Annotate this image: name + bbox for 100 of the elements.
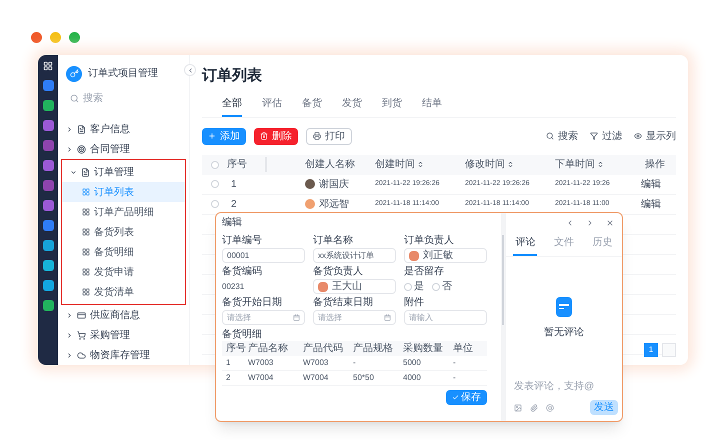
table-cell-text: - bbox=[452, 372, 457, 384]
table-cell-text: W7004 bbox=[247, 372, 274, 384]
sort-icon bbox=[417, 161, 424, 168]
filter-tab[interactable]: 到货 bbox=[382, 96, 402, 116]
app-icon[interactable] bbox=[42, 200, 54, 211]
close-icon[interactable] bbox=[606, 219, 614, 227]
table-cell-text: - bbox=[452, 357, 457, 369]
filter-icon bbox=[590, 132, 598, 140]
empty-message: 暂无评论 bbox=[544, 326, 584, 340]
table-cell-text: W7003 bbox=[302, 357, 330, 369]
filter-tab[interactable]: 发货 bbox=[342, 96, 362, 116]
table-cell-text: 4000 bbox=[402, 372, 422, 384]
trash-icon bbox=[260, 132, 268, 140]
column-header: 产品代码 bbox=[302, 342, 344, 356]
submenu-item[interactable]: 订单产品明细 bbox=[62, 202, 185, 222]
plus-icon bbox=[208, 132, 216, 140]
app-icon[interactable] bbox=[42, 300, 54, 311]
column-header: 操作 bbox=[644, 158, 666, 172]
submenu-item[interactable]: 发货清单 bbox=[62, 282, 185, 302]
toolbar-link[interactable]: 显示列 bbox=[634, 128, 676, 144]
caret-icon bbox=[66, 352, 73, 358]
column-header: 产品规格 bbox=[352, 342, 394, 356]
radio-option[interactable]: 否 bbox=[432, 279, 452, 294]
table-cell-text: W7004 bbox=[302, 372, 330, 384]
checkbox[interactable] bbox=[210, 160, 218, 168]
menu-item[interactable]: 客户信息 bbox=[58, 119, 189, 139]
app-icon[interactable] bbox=[42, 120, 54, 131]
print-button[interactable]: 打印 bbox=[306, 128, 352, 144]
paperclip-icon[interactable] bbox=[530, 404, 538, 412]
app-title: 订单式项目管理 bbox=[88, 66, 158, 82]
grid-icon bbox=[82, 248, 90, 256]
comment-field[interactable]: 发表评论，支持@ bbox=[514, 379, 614, 394]
filter-tab[interactable]: 备货 bbox=[302, 96, 322, 116]
app-icon[interactable] bbox=[42, 160, 54, 171]
column-header: 序号 bbox=[227, 157, 267, 172]
app-icon[interactable] bbox=[42, 260, 54, 271]
edit-link[interactable]: 编辑 bbox=[641, 196, 671, 212]
menu-item[interactable]: 订单管理 bbox=[62, 162, 185, 182]
search-icon bbox=[546, 132, 554, 140]
image-icon[interactable] bbox=[514, 404, 522, 412]
checkbox[interactable] bbox=[210, 180, 218, 188]
table-cell-text: 50*50 bbox=[352, 372, 375, 384]
field-label: 订单负责人 bbox=[404, 235, 455, 247]
avatar-icon bbox=[318, 282, 328, 292]
page-title: 订单列表 bbox=[202, 66, 263, 86]
edit-link[interactable]: 编辑 bbox=[641, 176, 671, 192]
submenu-item[interactable]: 发货申请 bbox=[62, 262, 185, 282]
app-icon[interactable] bbox=[42, 140, 54, 151]
avatar-icon bbox=[409, 250, 419, 260]
caret-icon bbox=[66, 146, 73, 152]
at-icon[interactable] bbox=[546, 404, 554, 412]
grid-icon bbox=[82, 288, 90, 296]
grid-icon bbox=[82, 208, 90, 216]
app-icon[interactable] bbox=[42, 220, 54, 231]
menu-item[interactable]: 供应商信息 bbox=[58, 305, 189, 325]
input-field[interactable]: 00001 bbox=[222, 248, 305, 263]
checkbox[interactable] bbox=[210, 200, 218, 208]
document-icon bbox=[556, 296, 572, 316]
collapse-button[interactable] bbox=[184, 64, 196, 76]
column-header: 采购数量 bbox=[402, 342, 444, 356]
menu-item[interactable]: 采购管理 bbox=[58, 325, 189, 345]
table-cell-text: - bbox=[352, 357, 357, 369]
filter-tab[interactable]: 结单 bbox=[422, 96, 442, 116]
search-field[interactable]: 搜索 bbox=[83, 91, 163, 106]
sort-icon bbox=[507, 161, 514, 168]
caret-icon bbox=[66, 126, 73, 132]
panel-tab[interactable]: 评论 bbox=[513, 235, 538, 256]
toolbar-link[interactable]: 过滤 bbox=[590, 128, 622, 144]
previous-icon[interactable] bbox=[566, 219, 574, 227]
table-cell-text: 2 bbox=[230, 198, 238, 212]
column-header: 修改时间 bbox=[461, 157, 551, 172]
toolbar-link[interactable]: 搜索 bbox=[546, 128, 578, 144]
check-icon bbox=[452, 394, 459, 401]
app-icon[interactable] bbox=[42, 80, 54, 91]
field-label: 备货编码 bbox=[222, 266, 263, 278]
radio-option[interactable]: 是 bbox=[404, 279, 424, 294]
input-field[interactable]: 请输入 bbox=[404, 310, 487, 325]
app-icon[interactable] bbox=[42, 100, 54, 111]
filter-tab[interactable]: 全部 bbox=[222, 96, 242, 116]
delete-button[interactable]: 删除 bbox=[254, 128, 298, 144]
column-header: 下单时间 bbox=[551, 157, 641, 172]
filter-tab[interactable]: 评估 bbox=[262, 96, 282, 116]
input-field[interactable]: xx系统设计订单 bbox=[313, 248, 396, 263]
submenu-item[interactable]: 备货明细 bbox=[62, 242, 185, 262]
grid-icon[interactable] bbox=[43, 61, 53, 71]
person-field[interactable]: 刘正敏 bbox=[404, 248, 487, 263]
table-cell-text: 1 bbox=[225, 357, 232, 369]
menu-item[interactable]: 物资库存管理 bbox=[58, 345, 189, 365]
app-icon[interactable] bbox=[42, 240, 54, 251]
column-header: 序号 bbox=[225, 342, 244, 356]
chevron-left-icon bbox=[186, 66, 194, 74]
submenu-item[interactable]: 备货列表 bbox=[62, 222, 185, 242]
menu-item[interactable]: 合同管理 bbox=[58, 139, 189, 159]
app-icon[interactable] bbox=[42, 180, 54, 191]
next-icon[interactable] bbox=[586, 219, 594, 227]
person-field[interactable]: 王大山 bbox=[313, 279, 396, 294]
app-icon[interactable] bbox=[42, 280, 54, 291]
field-label: 是否留存 bbox=[404, 266, 445, 278]
dialog-title: 编辑 bbox=[222, 217, 243, 229]
calendar-icon bbox=[384, 314, 391, 321]
